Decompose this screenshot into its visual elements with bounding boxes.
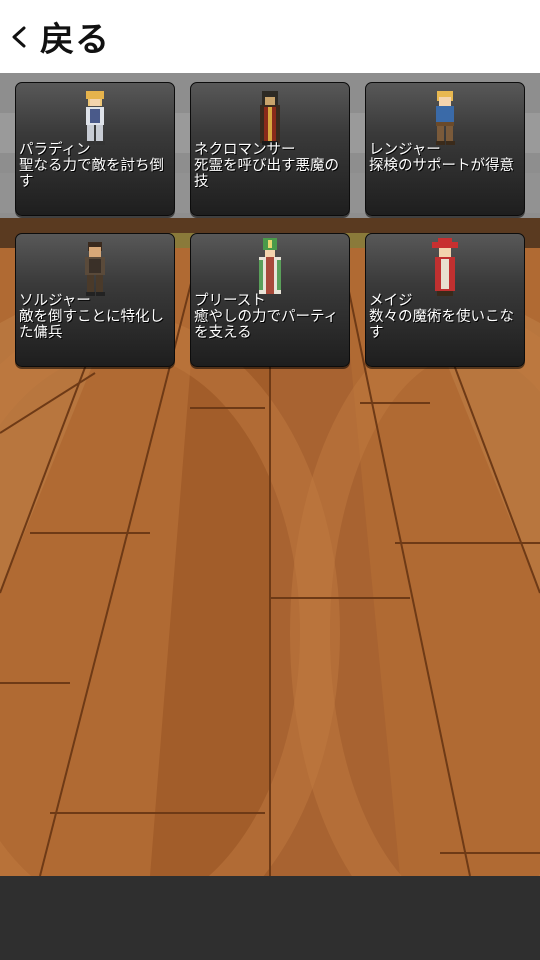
soldier-sprite [85,242,105,296]
bottom-bar [0,876,540,960]
class-card-priest[interactable]: プリースト 癒やしの力でパーティを支える [190,233,350,367]
class-name: レンジャー [369,142,441,158]
class-description: 聖なる力で敵を討ち倒す [19,158,164,190]
mage-sprite [432,238,458,296]
class-card-necromancer[interactable]: ネクロマンサー 死霊を呼び出す悪魔の技 [190,82,350,216]
class-description: 探検のサポートが得意 [369,158,514,174]
class-card-mage[interactable]: メイジ 数々の魔術を使いこなす [365,233,525,367]
back-label: 戻る [40,20,110,60]
chevron-left-icon [12,26,26,47]
priest-sprite [259,238,281,294]
class-card-soldier[interactable]: ソルジャー 敵を倒すことに特化した傭兵 [15,233,175,367]
class-name: プリースト [194,293,266,309]
paladin-sprite [86,91,105,145]
class-description: 死霊を呼び出す悪魔の技 [194,158,339,190]
class-name: パラディン [19,142,91,158]
class-description: 癒やしの力でパーティを支える [194,309,339,341]
class-name: メイジ [369,293,413,309]
top-header: 戻る [0,0,540,73]
necromancer-sprite [260,91,280,145]
class-name: ソルジャー [19,293,91,309]
class-name: ネクロマンサー [194,142,296,158]
class-description: 敵を倒すことに特化した傭兵 [19,309,164,341]
class-card-paladin[interactable]: パラディン 聖なる力で敵を討ち倒す [15,82,175,216]
class-description: 数々の魔術を使いこなす [369,309,514,341]
back-button[interactable]: 戻る [0,0,110,73]
class-card-ranger[interactable]: レンジャー 探検のサポートが得意 [365,82,525,216]
game-scene-background: パラディン 聖なる力で敵を討ち倒す ネクロマンサー 死霊を呼び出す悪魔の技 レン… [0,73,540,876]
ranger-sprite [436,91,455,145]
